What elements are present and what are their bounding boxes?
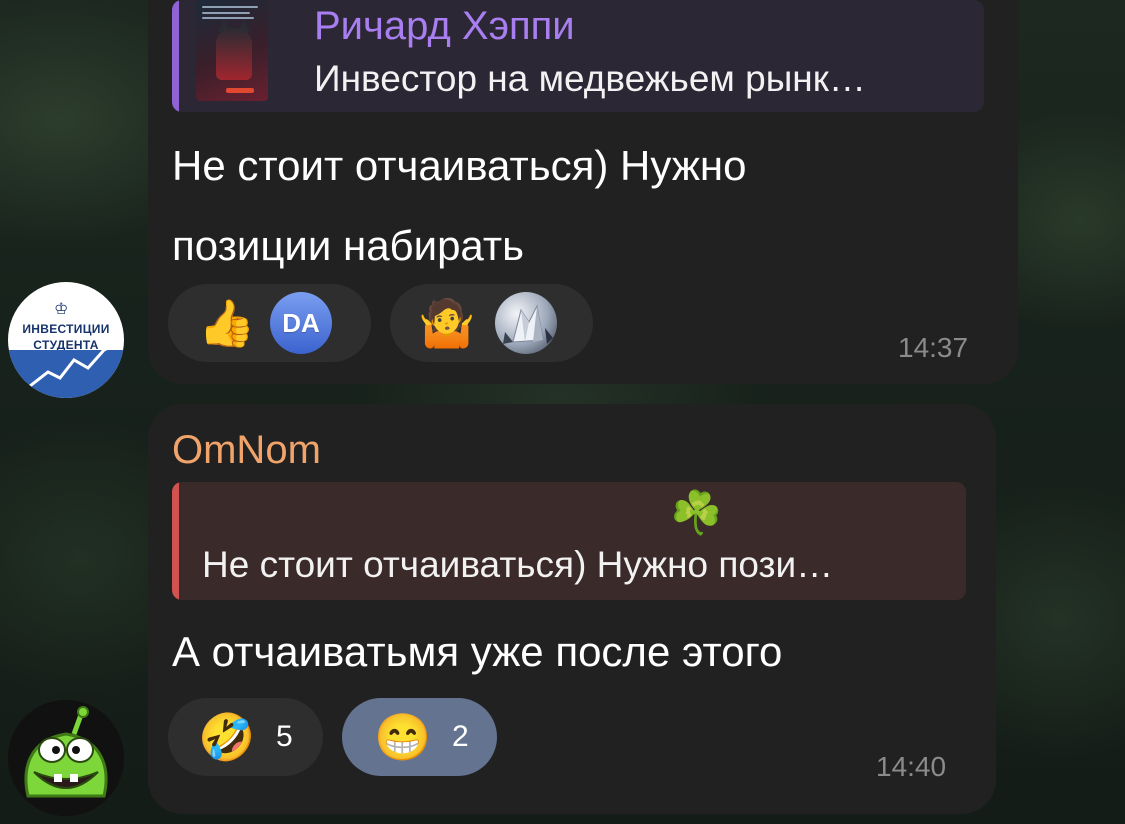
message-text-line: позиции набирать — [172, 222, 524, 269]
thumbnail-line — [202, 12, 250, 14]
crystal-avatar — [495, 292, 557, 354]
reaction-count: 2 — [452, 720, 469, 753]
reply-preview[interactable]: Ричард Хэппи Инвестор на медвежьем рынк… — [172, 0, 984, 112]
reply-preview[interactable]: ☘️ Не стоит отчаиваться) Нужно пози… — [172, 482, 966, 600]
omnom-icon — [8, 700, 124, 816]
growth-chart-icon — [29, 340, 121, 388]
clover-icon: ☘️ — [670, 489, 723, 536]
message-time: 14:37 — [898, 332, 969, 363]
reaction-shrug[interactable]: 🤷 — [390, 284, 593, 362]
channel-avatar[interactable]: ♔ ИНВЕСТИЦИИ СТУДЕНТА — [8, 282, 124, 398]
omnom-avatar[interactable] — [8, 700, 124, 816]
article-thumbnail — [196, 0, 268, 101]
message-text: А отчаиватьмя уже после этого — [172, 628, 783, 675]
thumbnail-line — [202, 17, 254, 19]
grin-icon: 😁 — [374, 711, 432, 763]
thumbnail-button — [226, 88, 254, 93]
cat-figure — [216, 28, 252, 80]
reaction-rofl[interactable]: 🤣 5 — [168, 698, 323, 776]
reaction-grin[interactable]: 😁 2 — [342, 698, 497, 776]
shrug-icon: 🤷 — [418, 297, 476, 349]
reply-accent-bar — [172, 482, 179, 600]
reply-snippet: Не стоит отчаиваться) Нужно пози… — [202, 544, 834, 585]
reactor-avatar: DA — [270, 292, 332, 354]
thumbs-up-icon: 👍 — [198, 297, 256, 349]
rofl-icon: 🤣 — [198, 711, 256, 763]
reply-author: Ричард Хэппи — [314, 4, 575, 48]
reactor-initials: DA — [282, 307, 320, 338]
thumbnail-line — [202, 6, 258, 8]
message-text: Не стоит отчаиваться) Нужно позиции наби… — [172, 126, 746, 286]
message-text-line: Не стоит отчаиваться) Нужно — [172, 142, 747, 189]
crystal-icon — [503, 304, 553, 344]
reaction-thumbs-up[interactable]: 👍 DA — [168, 284, 371, 362]
message-time: 14:40 — [876, 751, 947, 782]
reaction-count: 5 — [276, 720, 293, 753]
reply-accent-bar — [172, 0, 179, 112]
reply-snippet: Инвестор на медвежьем рынк… — [314, 58, 866, 99]
sender-name[interactable]: OmNom — [172, 428, 321, 473]
